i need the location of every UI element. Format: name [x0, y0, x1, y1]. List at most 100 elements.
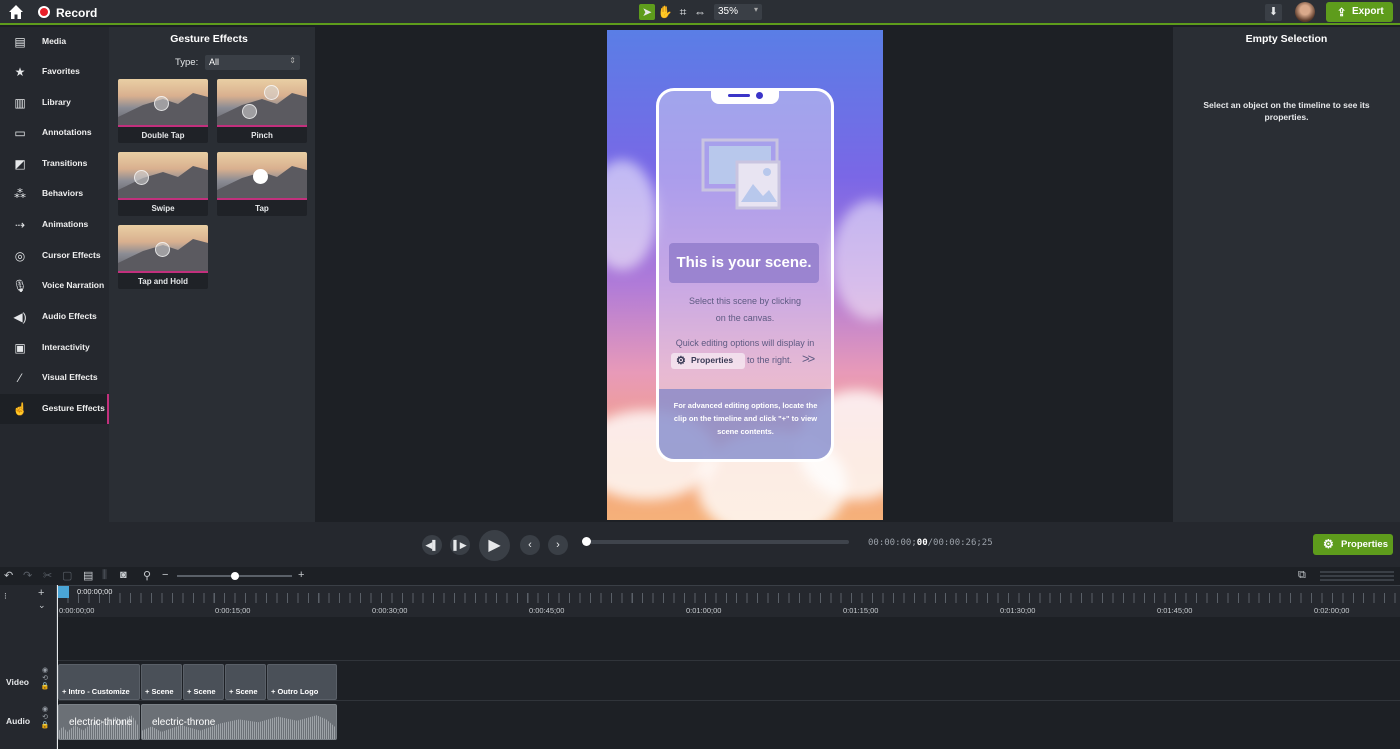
- zoom-select[interactable]: 35% ▾: [714, 4, 762, 20]
- timeline-overview[interactable]: [1320, 571, 1394, 581]
- scrubber-handle[interactable]: [582, 537, 591, 546]
- resize-tool-icon[interactable]: ⇔: [692, 4, 708, 20]
- sidebar: ▤ Media ★ Favorites ▥ Library ▭ Annotations …: [0, 27, 109, 522]
- record-button[interactable]: Record: [56, 6, 97, 20]
- cut-icon[interactable]: ✂: [43, 569, 52, 582]
- microphone-icon: 🎙: [12, 279, 28, 293]
- home-icon[interactable]: [8, 4, 24, 20]
- ruler-label: 0:00:15;00: [215, 606, 251, 615]
- sidebar-item-library[interactable]: ▥ Library: [0, 88, 109, 118]
- sidebar-item-favorites[interactable]: ★ Favorites: [0, 57, 109, 87]
- sidebar-item-behaviors[interactable]: ⁂ Behaviors: [0, 179, 109, 209]
- zoom-out-icon[interactable]: −: [162, 569, 168, 581]
- avatar[interactable]: [1295, 2, 1315, 22]
- gesture-effects-panel: Gesture Effects Type: All ⇕ Double Tap P…: [109, 27, 315, 522]
- paste-icon[interactable]: ▤: [83, 569, 93, 582]
- step-forward-button[interactable]: ▌▶: [450, 535, 470, 555]
- scene-title: This is your scene.: [669, 243, 819, 283]
- clip-label: + Scene: [145, 687, 174, 696]
- sidebar-item-gesture-effects[interactable]: ☝ Gesture Effects: [0, 394, 109, 424]
- timeline-zoom-handle[interactable]: [231, 572, 239, 580]
- timeline-zoom-slider[interactable]: [177, 572, 292, 580]
- clip-outro[interactable]: + Outro Logo: [267, 664, 337, 700]
- zoom-icon[interactable]: ⚲: [143, 569, 151, 582]
- pan-tool-icon[interactable]: ✋: [657, 4, 673, 20]
- add-track-icon[interactable]: +: [38, 587, 44, 599]
- zoom-in-icon[interactable]: +: [298, 569, 304, 581]
- type-label: Type:: [175, 57, 199, 68]
- sidebar-item-audio-effects[interactable]: ◀) Audio Effects: [0, 302, 109, 332]
- gesture-tap[interactable]: Tap: [217, 152, 307, 216]
- gesture-swipe[interactable]: Swipe: [118, 152, 208, 216]
- magnet-icon[interactable]: ⁝: [4, 591, 7, 602]
- audio-track[interactable]: electric-throne electric-throne: [57, 702, 1400, 742]
- play-button[interactable]: ▶: [479, 530, 510, 561]
- properties-button-label: Properties: [1341, 539, 1388, 550]
- chevron-right-icon: ›: [556, 539, 560, 551]
- timecode-current: 00:00:00;: [868, 538, 917, 548]
- track-label-video: Video: [6, 677, 29, 687]
- undo-icon[interactable]: ↶: [4, 569, 13, 582]
- sidebar-item-annotations[interactable]: ▭ Annotations: [0, 118, 109, 148]
- track-controls[interactable]: ◉ ⟲ 🔒: [40, 667, 50, 691]
- clip-label: + Scene: [229, 687, 258, 696]
- wand-icon: ⁄: [18, 371, 21, 385]
- clip-scene[interactable]: + Scene: [225, 664, 266, 700]
- clip-intro[interactable]: + Intro - Customize: [58, 664, 140, 700]
- sidebar-item-transitions[interactable]: ◩ Transitions: [0, 149, 109, 179]
- clip-scene[interactable]: + Scene: [183, 664, 224, 700]
- gear-icon: ⚙: [676, 355, 686, 367]
- clip-label: + Outro Logo: [271, 687, 319, 696]
- type-select[interactable]: All ⇕: [205, 55, 300, 70]
- advanced-instructions: For advanced editing options, locate the…: [673, 401, 818, 436]
- record-icon[interactable]: [38, 6, 50, 18]
- copy-icon[interactable]: ▢: [62, 569, 72, 582]
- redo-icon[interactable]: ↷: [23, 569, 32, 582]
- previous-marker-button[interactable]: ‹: [520, 535, 540, 555]
- gesture-label: Swipe: [151, 204, 175, 213]
- split-icon[interactable]: ⫼: [102, 569, 107, 582]
- media-placeholder-icon: [701, 138, 781, 210]
- chevron-down-icon[interactable]: ⌄: [38, 600, 46, 611]
- audio-clip[interactable]: electric-throne: [141, 704, 337, 740]
- sidebar-item-animations[interactable]: ⇢ Animations: [0, 210, 109, 240]
- clip-scene[interactable]: + Scene: [141, 664, 182, 700]
- step-back-icon: ◀▌: [425, 540, 439, 550]
- gesture-pinch[interactable]: Pinch: [217, 79, 307, 143]
- transition-icon: ◩: [14, 157, 26, 171]
- empty-selection-message: Select an object on the timeline to see …: [1203, 100, 1370, 122]
- phone-mockup: This is your scene. Select this scene by…: [656, 88, 834, 462]
- properties-button[interactable]: ⚙ Properties: [1313, 534, 1393, 555]
- crop-tool-icon[interactable]: ⌗: [675, 4, 691, 20]
- step-back-button[interactable]: ◀▌: [422, 535, 442, 555]
- gesture-label: Pinch: [251, 131, 273, 140]
- sidebar-item-voice-narration[interactable]: 🎙 Voice Narration: [0, 271, 109, 301]
- speaker-icon: ◀): [13, 310, 27, 324]
- track-headers: ⁝ + ⌄ Video ◉ ⟲ 🔒 Audio ◉ ⟲ 🔒: [0, 585, 57, 749]
- sidebar-item-visual-effects[interactable]: ⁄ Visual Effects: [0, 363, 109, 393]
- timecode-total: /00:00:26;25: [927, 538, 993, 548]
- camera-icon[interactable]: ◙: [120, 569, 127, 581]
- gesture-tap-and-hold[interactable]: Tap and Hold: [118, 225, 208, 289]
- scrubber[interactable]: [582, 537, 849, 546]
- export-button[interactable]: ⇪ Export: [1326, 2, 1393, 22]
- scene-instruction-2: on the canvas.: [715, 313, 775, 323]
- track-controls[interactable]: ◉ ⟲ 🔒: [40, 706, 50, 730]
- download-icon[interactable]: ⬇: [1265, 4, 1282, 21]
- audio-clip[interactable]: electric-throne: [58, 704, 140, 740]
- playhead[interactable]: [57, 586, 69, 598]
- gesture-double-tap[interactable]: Double Tap: [118, 79, 208, 143]
- empty-track[interactable]: [57, 617, 1400, 661]
- sidebar-item-interactivity[interactable]: ▣ Interactivity: [0, 333, 109, 363]
- detach-timeline-icon[interactable]: ⧉: [1298, 569, 1306, 582]
- scene-canvas[interactable]: This is your scene. Select this scene by…: [607, 30, 883, 520]
- timeline-ruler[interactable]: 0:00:00;00 0:00:00;00 0:00:15;00 0:00:30…: [57, 585, 1400, 617]
- video-track[interactable]: + Intro - Customize + Scene + Scene + Sc…: [57, 662, 1400, 701]
- sidebar-item-cursor-effects[interactable]: ◎ Cursor Effects: [0, 241, 109, 271]
- zoom-value: 35%: [718, 6, 739, 17]
- next-marker-button[interactable]: ›: [548, 535, 568, 555]
- top-toolbar: Record ➤ ✋ ⌗ ⇔ 35% ▾ ⬇ ⇪ Export: [0, 0, 1400, 25]
- sidebar-item-media[interactable]: ▤ Media: [0, 27, 109, 57]
- select-tool-icon[interactable]: ➤: [639, 4, 655, 20]
- cursor-icon: ◎: [14, 249, 26, 263]
